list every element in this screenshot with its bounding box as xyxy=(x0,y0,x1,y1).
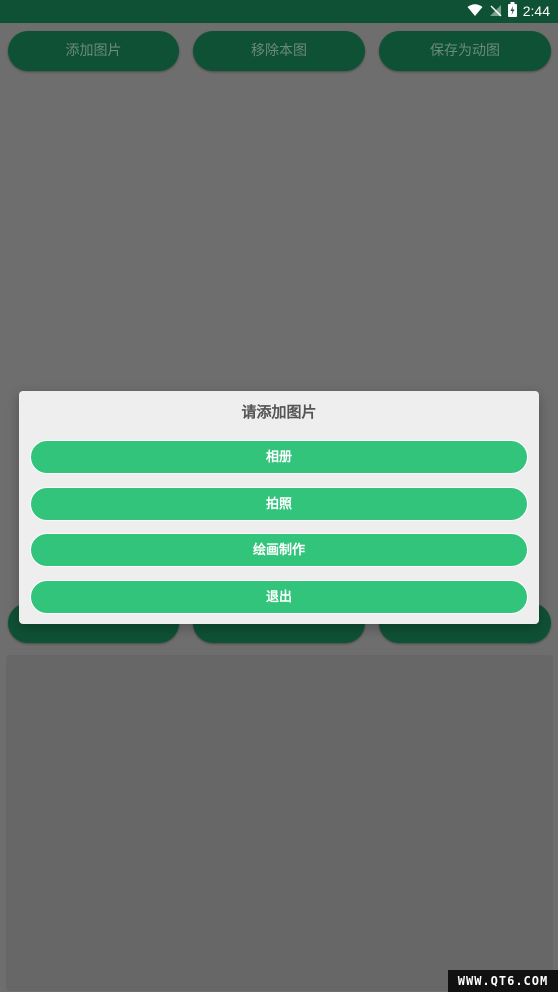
status-bar: 2:44 xyxy=(0,0,558,23)
exit-option-button[interactable]: 退出 xyxy=(30,580,528,614)
camera-option-button[interactable]: 拍照 xyxy=(30,487,528,521)
save-gif-button[interactable]: 保存为动图 xyxy=(379,31,551,71)
album-option-button[interactable]: 相册 xyxy=(30,440,528,474)
battery-charging-icon xyxy=(507,2,517,21)
watermark: WWW.QT6.COM xyxy=(448,970,558,992)
wifi-icon xyxy=(467,2,483,21)
add-image-button[interactable]: 添加图片 xyxy=(8,31,179,71)
preview-panel xyxy=(6,655,553,991)
add-image-dialog: 请添加图片 相册 拍照 绘画制作 退出 xyxy=(19,391,539,624)
remove-image-button[interactable]: 移除本图 xyxy=(193,31,365,71)
no-signal-icon xyxy=(489,2,502,21)
draw-option-button[interactable]: 绘画制作 xyxy=(30,533,528,567)
status-icons: 2:44 xyxy=(467,0,550,23)
dialog-title: 请添加图片 xyxy=(241,403,317,421)
status-time: 2:44 xyxy=(522,3,550,19)
